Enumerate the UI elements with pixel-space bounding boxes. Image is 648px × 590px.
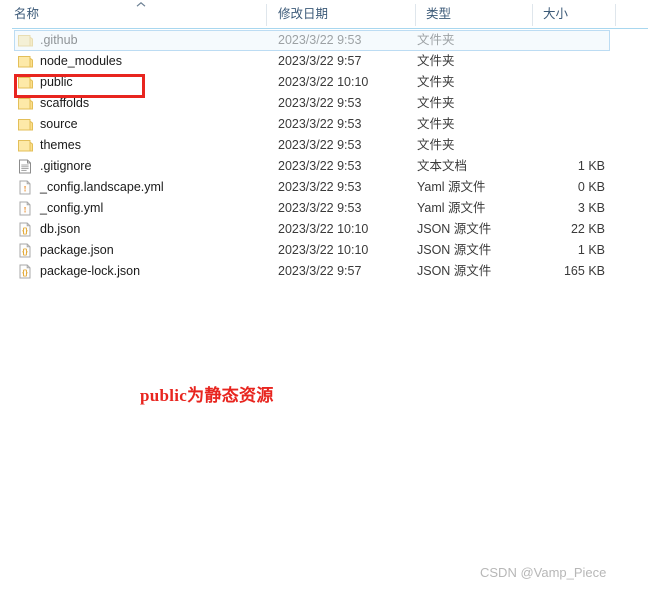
json-file-icon: {}	[17, 264, 34, 279]
svg-text:{}: {}	[22, 249, 28, 256]
folder-icon	[17, 138, 34, 153]
column-header-size[interactable]: 大小	[543, 7, 568, 21]
file-row[interactable]: ! _config.yml 2023/3/22 9:53 Yaml 源文件 3 KB	[0, 198, 648, 219]
file-date: 2023/3/22 9:53	[278, 117, 362, 131]
file-date: 2023/3/22 10:10	[278, 75, 369, 89]
file-date: 2023/3/22 9:53	[278, 201, 362, 215]
svg-text:{}: {}	[22, 270, 28, 277]
column-header-type[interactable]: 类型	[426, 7, 451, 21]
file-date: 2023/3/22 9:53	[278, 138, 362, 152]
file-date: 2023/3/22 9:53	[278, 33, 362, 47]
file-type: 文件夹	[417, 96, 455, 110]
json-file-icon: {}	[17, 243, 34, 258]
file-size: 1 KB	[577, 159, 605, 173]
file-row[interactable]: .gitignore 2023/3/22 9:53 文本文档 1 KB	[0, 156, 648, 177]
svg-text:!: !	[24, 183, 27, 193]
file-name: package-lock.json	[40, 264, 141, 278]
folder-icon	[17, 54, 34, 69]
column-header-date-modified[interactable]: 修改日期	[278, 7, 328, 21]
column-divider[interactable]	[415, 4, 416, 26]
file-size: 0 KB	[577, 180, 605, 194]
file-type: 文件夹	[417, 138, 455, 152]
file-row[interactable]: node_modules 2023/3/22 9:57 文件夹	[0, 51, 648, 72]
file-row[interactable]: {} package.json 2023/3/22 10:10 JSON 源文件 1 K…	[0, 240, 648, 261]
file-size: 22 KB	[570, 222, 605, 236]
yaml-file-icon: !	[17, 201, 34, 216]
json-file-icon: {}	[17, 222, 34, 237]
file-name: .gitignore	[40, 159, 92, 173]
file-type: 文件夹	[417, 117, 455, 131]
file-row[interactable]: scaffolds 2023/3/22 9:53 文件夹	[0, 93, 648, 114]
file-row[interactable]: ! _config.landscape.yml 2023/3/22 9:53 Yaml…	[0, 177, 648, 198]
file-type: 文件夹	[417, 33, 455, 47]
file-row[interactable]: themes 2023/3/22 9:53 文件夹	[0, 135, 648, 156]
column-header-name[interactable]: 名称	[14, 7, 39, 21]
file-type: 文本文档	[417, 159, 468, 173]
file-date: 2023/3/22 9:53	[278, 96, 362, 110]
header-separator-line	[12, 28, 648, 29]
file-name: themes	[40, 138, 81, 152]
file-date: 2023/3/22 9:53	[278, 180, 362, 194]
file-row[interactable]: {} db.json 2023/3/22 10:10 JSON 源文件 22 KB	[0, 219, 648, 240]
svg-text:{}: {}	[22, 228, 28, 235]
column-divider[interactable]	[532, 4, 533, 26]
file-date: 2023/3/22 9:57	[278, 264, 362, 278]
file-size: 165 KB	[563, 264, 605, 278]
annotation-caption: public为静态资源	[140, 386, 274, 405]
file-size: 3 KB	[577, 201, 605, 215]
svg-text:!: !	[24, 204, 27, 214]
file-name: db.json	[40, 222, 81, 236]
folder-icon	[17, 75, 34, 90]
file-name: source	[40, 117, 78, 131]
watermark-text: CSDN @Vamp_Piece	[480, 565, 607, 580]
yaml-file-icon: !	[17, 180, 34, 195]
file-row[interactable]: source 2023/3/22 9:53 文件夹	[0, 114, 648, 135]
file-name: package.json	[40, 243, 114, 257]
column-header-bar: 名称 修改日期 类型 大小	[0, 0, 648, 29]
column-divider[interactable]	[266, 4, 267, 26]
file-name: scaffolds	[40, 96, 90, 110]
file-row[interactable]: .github 2023/3/22 9:53 文件夹	[0, 30, 648, 51]
file-type: 文件夹	[417, 54, 455, 68]
file-list[interactable]: .github 2023/3/22 9:53 文件夹 node_modules 2023…	[0, 30, 648, 282]
file-date: 2023/3/22 10:10	[278, 243, 369, 257]
folder-icon	[17, 117, 34, 132]
file-row[interactable]: public 2023/3/22 10:10 文件夹	[0, 72, 648, 93]
file-size: 1 KB	[577, 243, 605, 257]
file-name: _config.landscape.yml	[40, 180, 164, 194]
file-name: _config.yml	[40, 201, 104, 215]
file-date: 2023/3/22 9:57	[278, 54, 362, 68]
text-document-icon	[17, 159, 34, 174]
chevron-up-icon	[135, 1, 147, 9]
folder-icon	[17, 96, 34, 111]
folder-icon	[17, 33, 34, 48]
file-name: .github	[40, 33, 78, 47]
file-date: 2023/3/22 9:53	[278, 159, 362, 173]
file-type: 文件夹	[417, 75, 455, 89]
file-row[interactable]: {} package-lock.json 2023/3/22 9:57 JSON 源文…	[0, 261, 648, 282]
column-divider[interactable]	[615, 4, 616, 26]
file-name: node_modules	[40, 54, 123, 68]
file-name: public	[40, 75, 73, 89]
file-date: 2023/3/22 10:10	[278, 222, 369, 236]
